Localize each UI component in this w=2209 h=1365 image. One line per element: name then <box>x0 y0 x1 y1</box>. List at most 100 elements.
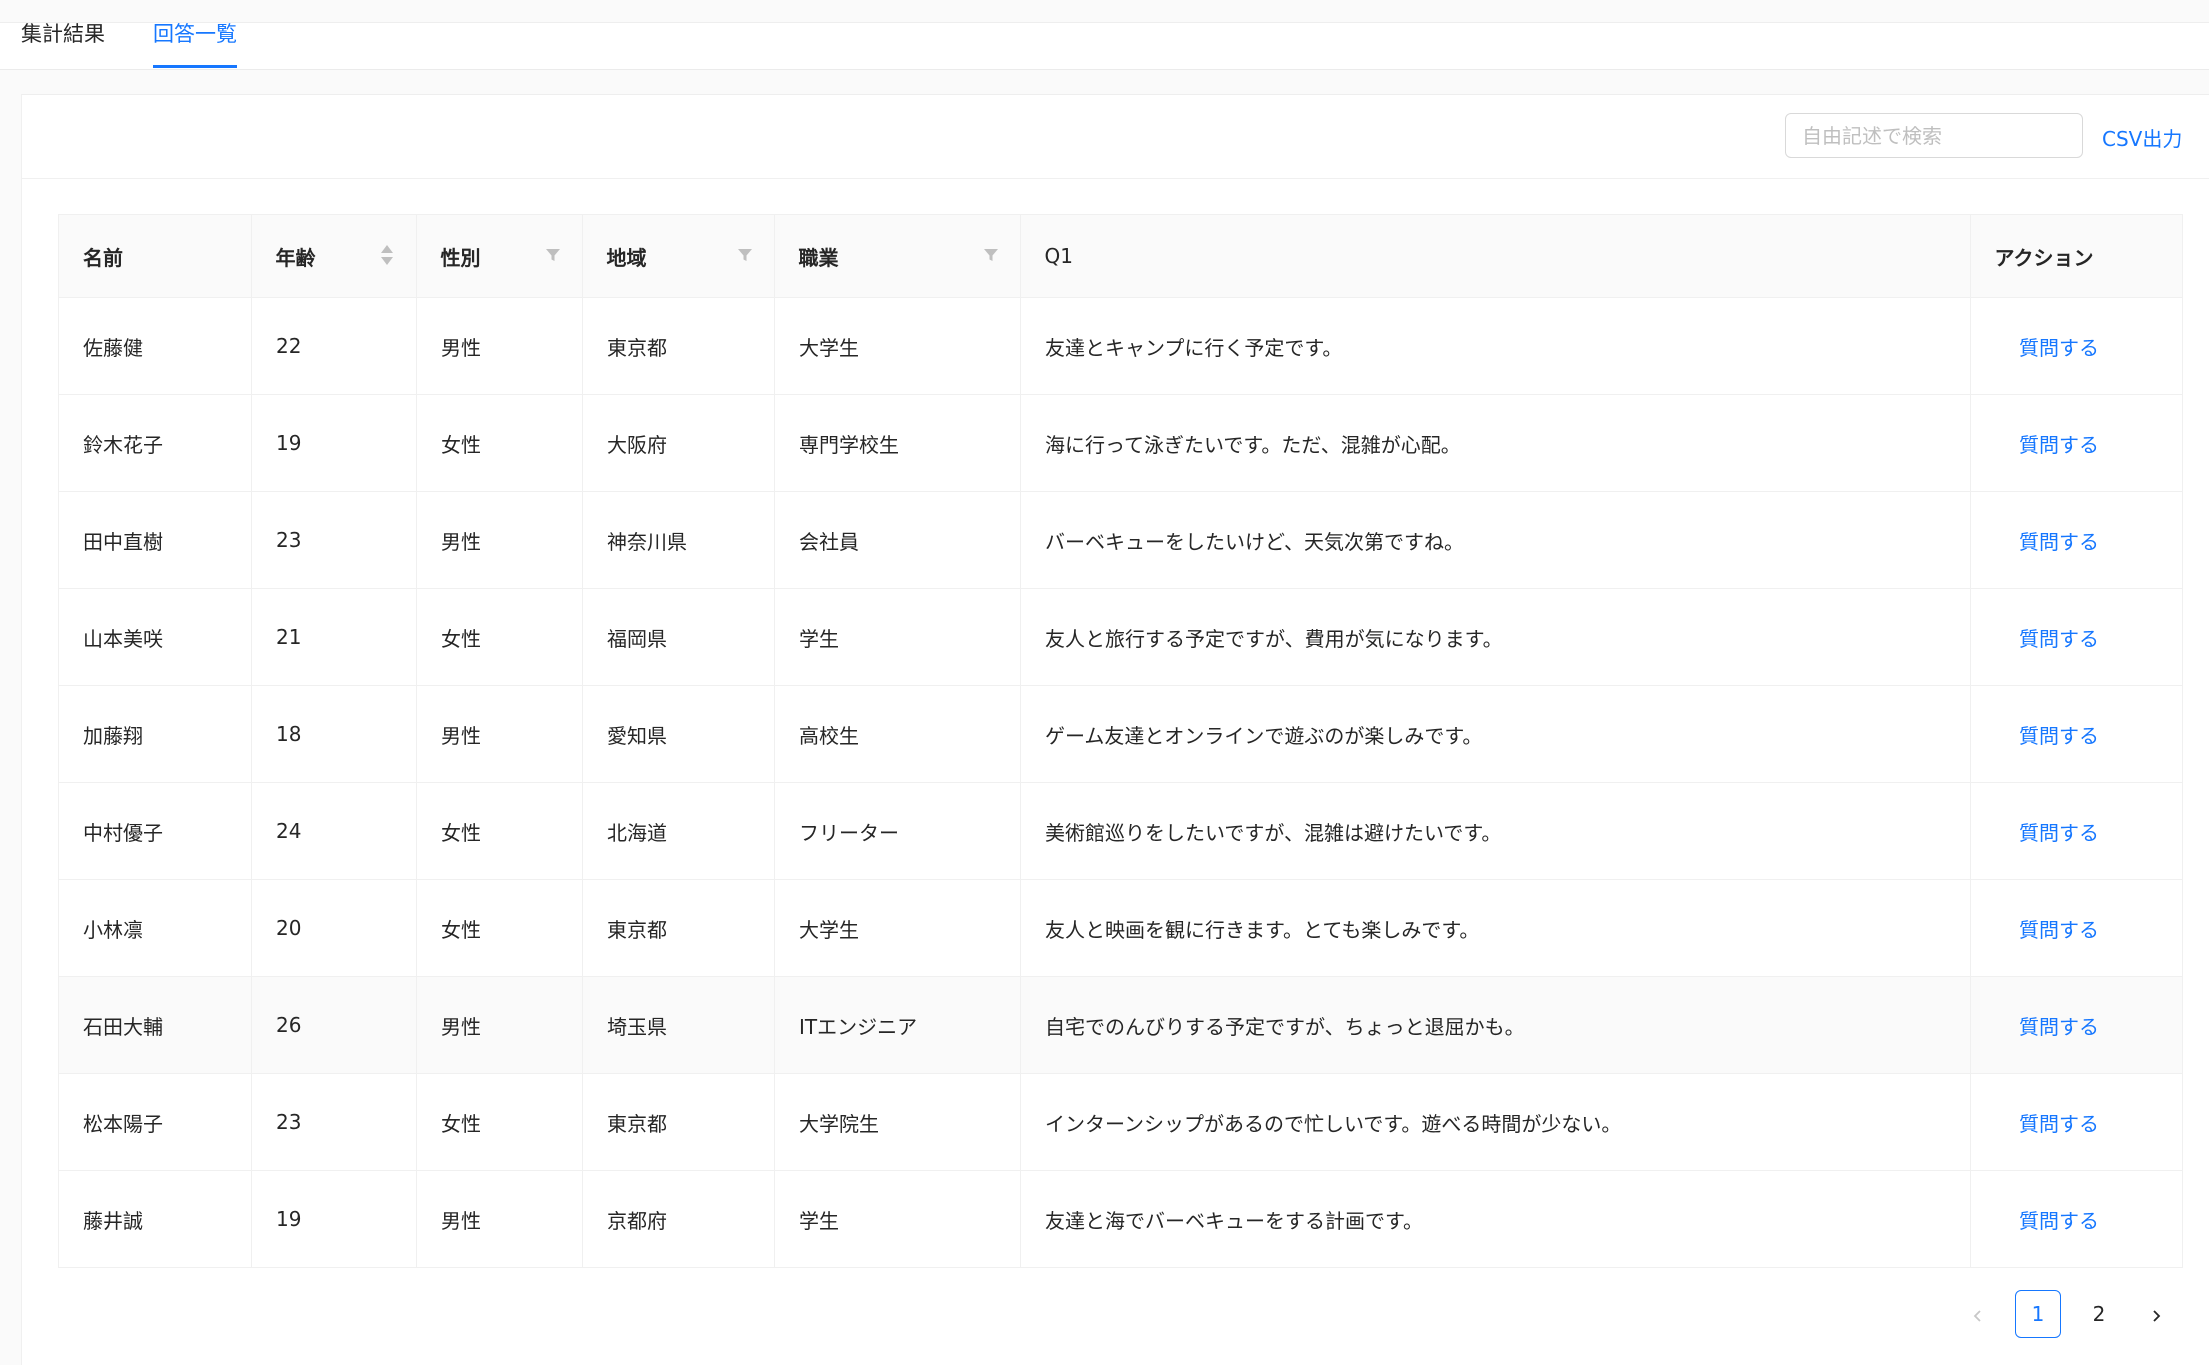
table-row: 藤井誠 19 男性 京都府 学生 友達と海でバーベキューをする計画です。 質問す… <box>58 1170 2183 1268</box>
cell-q1: 友人と映画を観に行きます。とても楽しみです。 <box>1020 879 1971 977</box>
pagination-page-2[interactable]: 2 <box>2076 1290 2122 1338</box>
ask-question-link[interactable]: 質問する <box>2019 336 2099 360</box>
cell-age: 19 <box>251 1170 417 1268</box>
cell-job: 大学生 <box>774 879 1021 977</box>
cell-gender: 男性 <box>416 491 583 589</box>
ask-question-link[interactable]: 質問する <box>2019 433 2099 457</box>
search-input[interactable] <box>1785 113 2083 158</box>
tab-summary[interactable]: 集計結果 <box>21 23 105 69</box>
cell-job: 専門学校生 <box>774 394 1021 492</box>
column-header-action: アクション <box>1970 214 2183 298</box>
cell-age: 24 <box>251 782 417 880</box>
ask-question-link[interactable]: 質問する <box>2019 1015 2099 1039</box>
filter-icon[interactable] <box>545 247 561 263</box>
cell-name: 石田大輔 <box>58 976 252 1074</box>
column-header-q1: Q1 <box>1020 214 1971 298</box>
cell-name: 山本美咲 <box>58 588 252 686</box>
ask-question-link[interactable]: 質問する <box>2019 724 2099 748</box>
cell-gender: 男性 <box>416 976 583 1074</box>
cell-action: 質問する <box>1970 1073 2183 1171</box>
cell-gender: 女性 <box>416 782 583 880</box>
cell-action: 質問する <box>1970 879 2183 977</box>
cell-q1: 美術館巡りをしたいですが、混雑は避けたいです。 <box>1020 782 1971 880</box>
sort-icon[interactable] <box>380 245 393 267</box>
cell-job: 大学生 <box>774 297 1021 395</box>
table-row: 松本陽子 23 女性 東京都 大学院生 インターンシップがあるので忙しいです。遊… <box>58 1073 2183 1171</box>
cell-region: 京都府 <box>582 1170 775 1268</box>
cell-action: 質問する <box>1970 491 2183 589</box>
cell-gender: 女性 <box>416 1073 583 1171</box>
table-row: 田中直樹 23 男性 神奈川県 会社員 バーベキューをしたいけど、天気次第ですね… <box>58 491 2183 589</box>
cell-gender: 女性 <box>416 879 583 977</box>
cell-job: 高校生 <box>774 685 1021 783</box>
filter-icon[interactable] <box>983 247 999 263</box>
cell-name: 田中直樹 <box>58 491 252 589</box>
cell-job: 学生 <box>774 588 1021 686</box>
cell-job: フリーター <box>774 782 1021 880</box>
cell-q1: 海に行って泳ぎたいです。ただ、混雑が心配。 <box>1020 394 1971 492</box>
ask-question-link[interactable]: 質問する <box>2019 1209 2099 1233</box>
table-row: 山本美咲 21 女性 福岡県 学生 友人と旅行する予定ですが、費用が気になります… <box>58 588 2183 686</box>
cell-age: 18 <box>251 685 417 783</box>
toolbar: CSV出力 <box>22 95 2209 179</box>
cell-action: 質問する <box>1970 782 2183 880</box>
cell-region: 大阪府 <box>582 394 775 492</box>
cell-age: 23 <box>251 491 417 589</box>
table-row: 石田大輔 26 男性 埼玉県 ITエンジニア 自宅でのんびりする予定ですが、ちょ… <box>58 976 2183 1074</box>
cell-region: 愛知県 <box>582 685 775 783</box>
cell-region: 埼玉県 <box>582 976 775 1074</box>
chevron-right-icon <box>2153 1309 2161 1322</box>
pagination-prev-button[interactable] <box>1962 1290 1994 1338</box>
cell-q1: 友達と海でバーベキューをする計画です。 <box>1020 1170 1971 1268</box>
csv-export-link[interactable]: CSV出力 <box>2102 123 2182 152</box>
cell-name: 小林凛 <box>58 879 252 977</box>
cell-region: 東京都 <box>582 297 775 395</box>
cell-q1: 自宅でのんびりする予定ですが、ちょっと退屈かも。 <box>1020 976 1971 1074</box>
cell-gender: 男性 <box>416 685 583 783</box>
ask-question-link[interactable]: 質問する <box>2019 821 2099 845</box>
sort-up-icon <box>380 245 393 253</box>
sort-down-icon <box>380 257 393 265</box>
cell-gender: 男性 <box>416 1170 583 1268</box>
cell-age: 20 <box>251 879 417 977</box>
cell-region: 福岡県 <box>582 588 775 686</box>
table-row: 小林凛 20 女性 東京都 大学生 友人と映画を観に行きます。とても楽しみです。… <box>58 879 2183 977</box>
ask-question-link[interactable]: 質問する <box>2019 1112 2099 1136</box>
cell-age: 26 <box>251 976 417 1074</box>
cell-region: 北海道 <box>582 782 775 880</box>
cell-action: 質問する <box>1970 588 2183 686</box>
cell-gender: 男性 <box>416 297 583 395</box>
cell-job: ITエンジニア <box>774 976 1021 1074</box>
ask-question-link[interactable]: 質問する <box>2019 918 2099 942</box>
tab-bar: 集計結果 回答一覧 <box>0 23 2209 70</box>
column-header-region: 地域 <box>582 214 775 298</box>
cell-action: 質問する <box>1970 1170 2183 1268</box>
cell-name: 松本陽子 <box>58 1073 252 1171</box>
cell-age: 22 <box>251 297 417 395</box>
cell-job: 大学院生 <box>774 1073 1021 1171</box>
cell-job: 会社員 <box>774 491 1021 589</box>
cell-gender: 女性 <box>416 394 583 492</box>
column-header-job: 職業 <box>774 214 1021 298</box>
responses-table: 名前 年齢 性別 地域 職業 Q1 アクション 佐藤健 22 男性 東京都 大学… <box>58 214 2183 1268</box>
pagination-next-button[interactable] <box>2140 1290 2172 1338</box>
cell-age: 23 <box>251 1073 417 1171</box>
cell-name: 鈴木花子 <box>58 394 252 492</box>
cell-q1: バーベキューをしたいけど、天気次第ですね。 <box>1020 491 1971 589</box>
pagination-page-1[interactable]: 1 <box>2015 1290 2061 1338</box>
cell-name: 藤井誠 <box>58 1170 252 1268</box>
chevron-left-icon <box>1973 1309 1981 1322</box>
column-header-age[interactable]: 年齢 <box>251 214 417 298</box>
table-row: 中村優子 24 女性 北海道 フリーター 美術館巡りをしたいですが、混雑は避けた… <box>58 782 2183 880</box>
cell-q1: 友人と旅行する予定ですが、費用が気になります。 <box>1020 588 1971 686</box>
ask-question-link[interactable]: 質問する <box>2019 627 2099 651</box>
cell-region: 東京都 <box>582 1073 775 1171</box>
ask-question-link[interactable]: 質問する <box>2019 530 2099 554</box>
tab-responses[interactable]: 回答一覧 <box>153 23 237 69</box>
cell-region: 東京都 <box>582 879 775 977</box>
responses-card: CSV出力 名前 年齢 性別 地域 職業 Q1 アクション <box>21 94 2209 1365</box>
cell-q1: インターンシップがあるので忙しいです。遊べる時間が少ない。 <box>1020 1073 1971 1171</box>
cell-name: 中村優子 <box>58 782 252 880</box>
table-row: 鈴木花子 19 女性 大阪府 専門学校生 海に行って泳ぎたいです。ただ、混雑が心… <box>58 394 2183 492</box>
filter-icon[interactable] <box>737 247 753 263</box>
